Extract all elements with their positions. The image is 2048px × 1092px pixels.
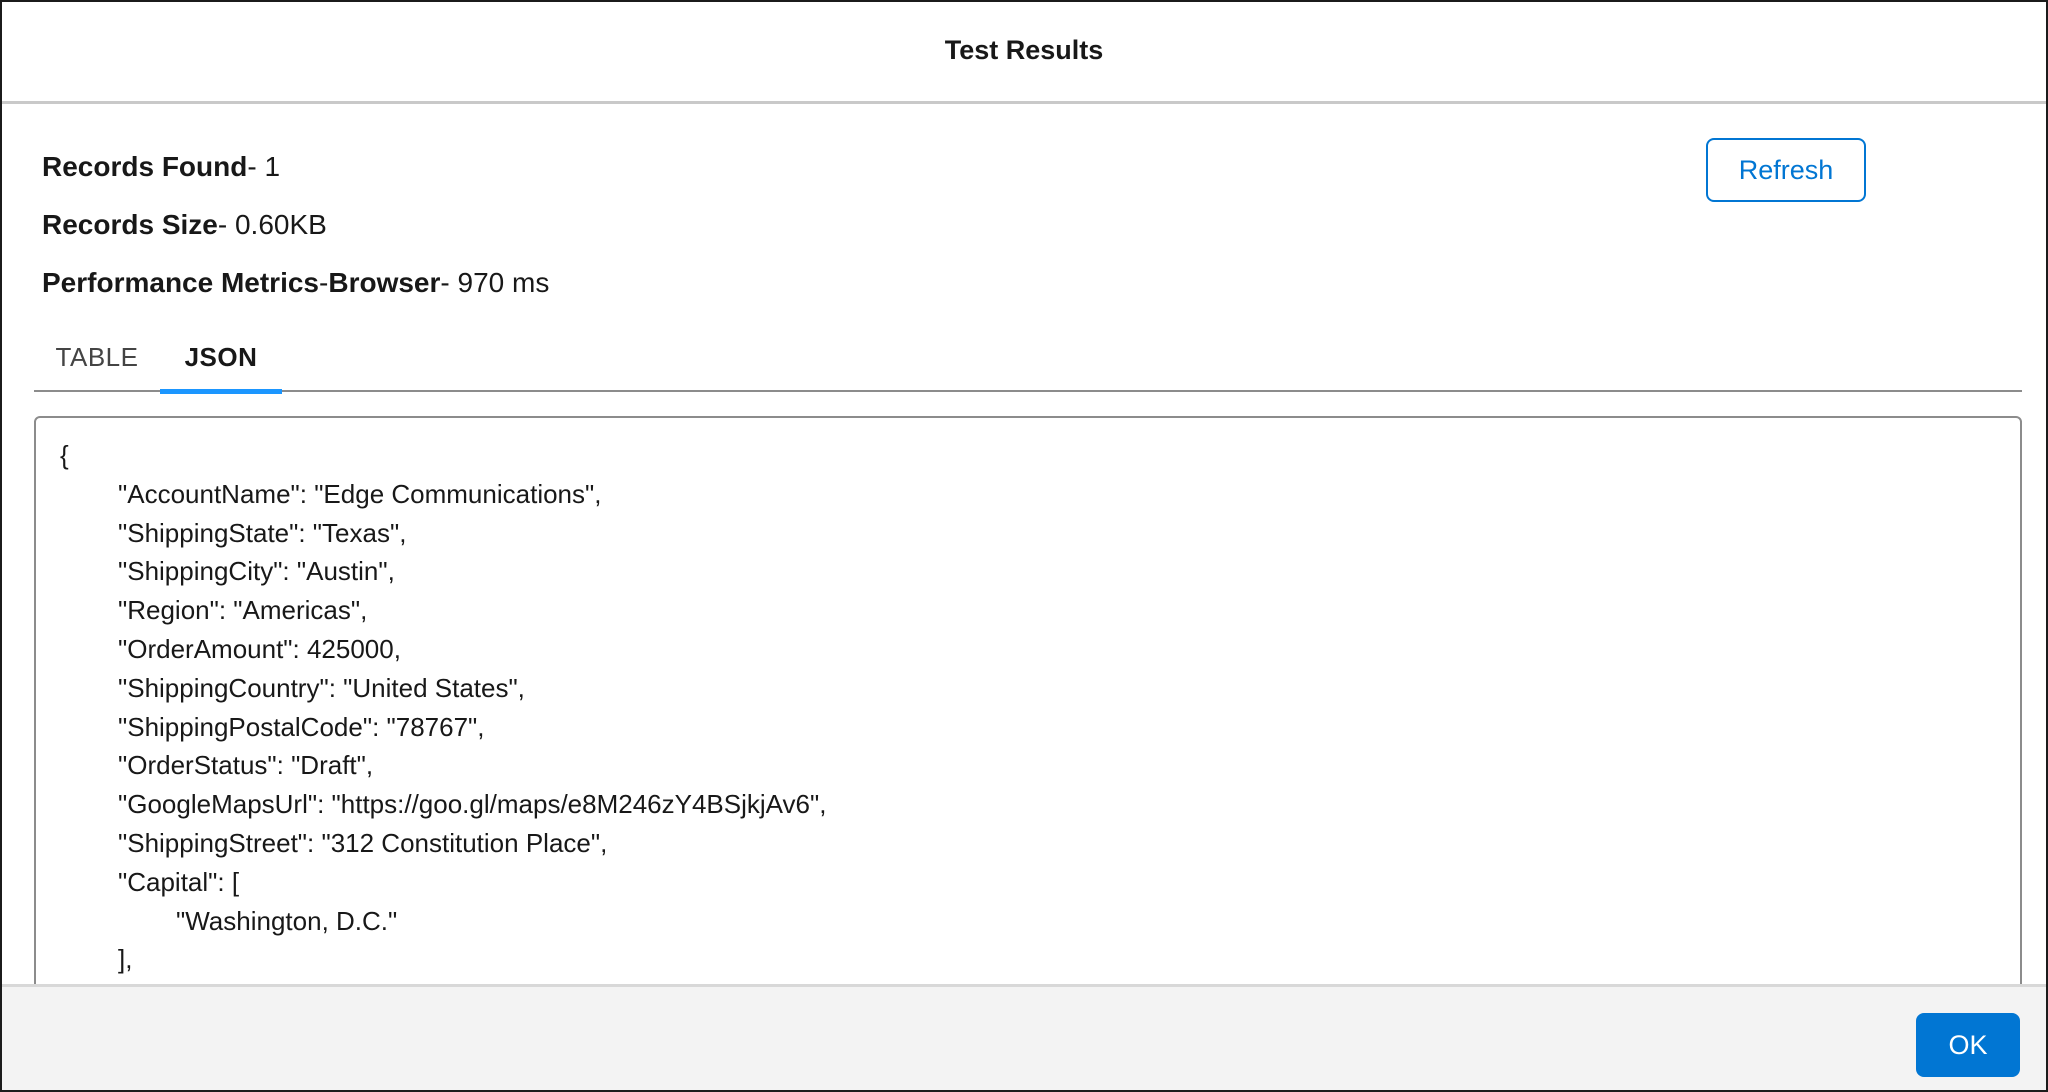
- performance-label-b: Browser: [328, 267, 441, 298]
- performance-value: - 970 ms: [440, 267, 550, 298]
- ok-button[interactable]: OK: [1916, 1013, 2020, 1077]
- json-lines: { "AccountName": "Edge Communications", …: [60, 436, 826, 979]
- modal-title: Test Results: [944, 35, 1104, 65]
- json-line: "ShippingStreet": "312 Constitution Plac…: [118, 827, 608, 858]
- result-tabs: TABLE JSON: [34, 322, 2022, 394]
- json-line: "OrderStatus": "Draft",: [118, 750, 374, 781]
- records-size-value: - 0.60KB: [217, 209, 327, 240]
- tab-json[interactable]: JSON: [160, 322, 282, 394]
- json-line: "ShippingCity": "Austin",: [118, 556, 395, 587]
- performance-metric: Performance Metrics-Browser- 970 ms: [42, 267, 549, 299]
- performance-label-a: Performance Metrics: [42, 267, 320, 298]
- records-size-label: Records Size: [42, 209, 218, 240]
- records-found-metric: Records Found- 1: [42, 151, 280, 183]
- json-line: "ShippingCountry": "United States",: [118, 672, 525, 703]
- json-line: "AccountName": "Edge Communications",: [118, 478, 602, 509]
- tab-table[interactable]: TABLE: [34, 322, 160, 392]
- performance-label-separator: -: [319, 267, 329, 298]
- json-line: "Region": "Americas",: [118, 595, 368, 626]
- records-found-label: Records Found: [42, 151, 248, 182]
- modal-footer: OK: [2, 984, 2046, 1090]
- records-found-value: - 1: [247, 151, 281, 182]
- json-line: "ShippingPostalCode": "78767",: [118, 711, 485, 742]
- test-results-modal: Test Results Records Found- 1 Records Si…: [0, 0, 2048, 1092]
- json-line: "OrderAmount": 425000,: [118, 633, 401, 664]
- json-line: {: [60, 440, 69, 470]
- json-line: ],: [118, 944, 133, 975]
- json-line: "Washington, D.C.": [176, 905, 398, 936]
- json-line: "GoogleMapsUrl": "https://goo.gl/maps/e8…: [118, 789, 827, 820]
- refresh-button[interactable]: Refresh: [1706, 138, 1866, 202]
- json-line: "Capital": [: [118, 866, 240, 897]
- modal-header: Test Results: [2, 2, 2046, 104]
- records-size-metric: Records Size- 0.60KB: [42, 209, 327, 241]
- json-line: "ShippingState": "Texas",: [118, 517, 407, 548]
